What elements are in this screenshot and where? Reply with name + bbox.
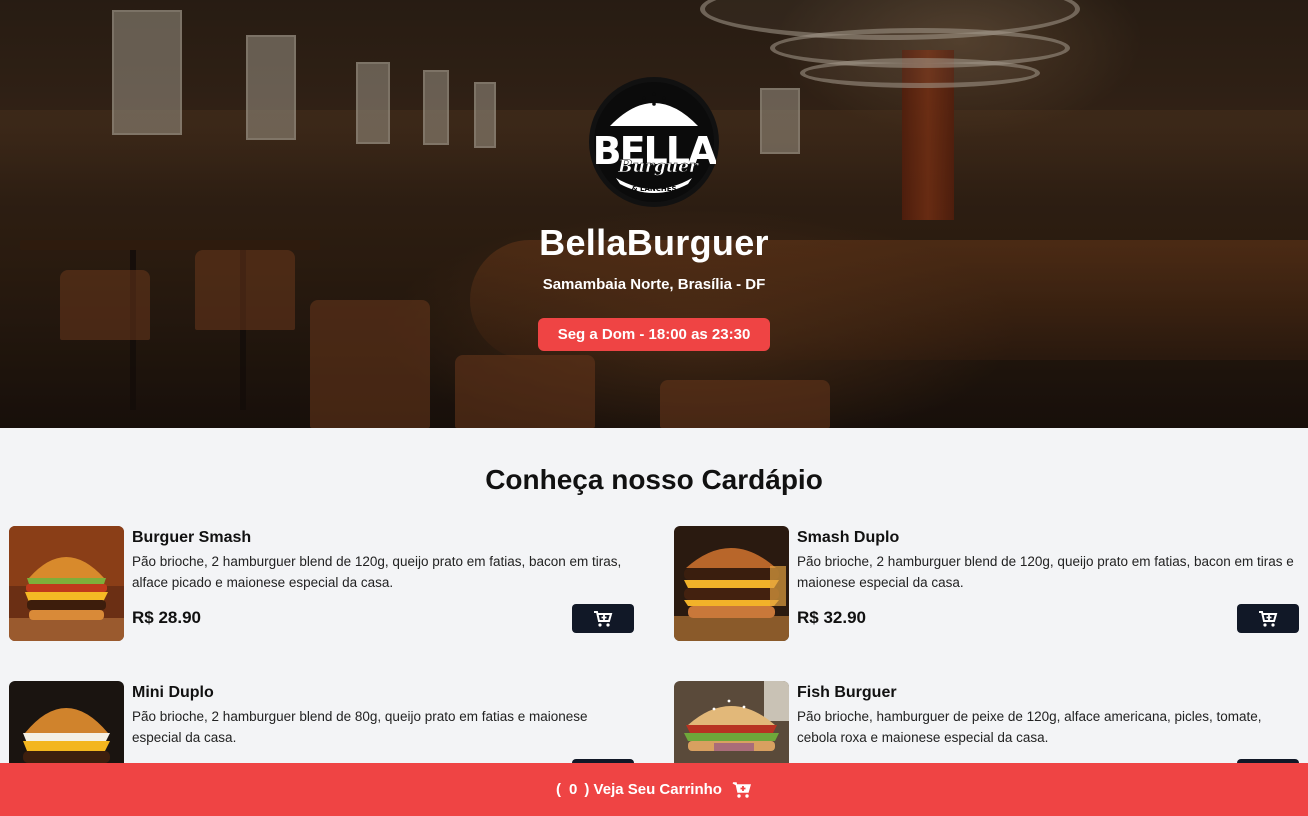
cart-label: ) Veja Seu Carrinho — [584, 781, 722, 798]
view-cart-button[interactable]: ( 0 ) Veja Seu Carrinho — [0, 763, 1308, 816]
menu-item-price: R$ 32.90 — [797, 608, 866, 627]
cart-count: 0 — [569, 781, 578, 798]
menu-item-name: Burguer Smash — [132, 529, 252, 546]
menu-item-name: Fish Burguer — [797, 684, 897, 701]
add-to-cart-button[interactable] — [572, 604, 634, 633]
logo-text-script: Burguer — [617, 157, 699, 177]
cart-plus-icon — [1259, 610, 1278, 627]
menu-item-description: Pão brioche, 2 hamburguer blend de 120g,… — [797, 554, 1294, 590]
menu-item-image — [9, 526, 124, 641]
cart-plus-icon — [594, 610, 613, 627]
menu-item-image — [674, 526, 789, 641]
cart-icon — [732, 781, 752, 799]
menu-title: Conheça nosso Cardápio — [485, 464, 823, 495]
menu-item-description: Pão brioche, 2 hamburguer blend de 120g,… — [132, 554, 622, 590]
cart-open-paren: ( — [556, 781, 562, 798]
hero-content: BELLA Burguer & LANCHES BellaBurguer Sam… — [0, 0, 1308, 428]
menu-item-name: Smash Duplo — [797, 529, 900, 546]
opening-hours-badge: Seg a Dom - 18:00 as 23:30 — [538, 318, 770, 351]
restaurant-address: Samambaia Norte, Brasília - DF — [542, 276, 766, 293]
restaurant-logo: BELLA Burguer & LANCHES — [589, 77, 719, 207]
menu-item-description: Pão brioche, 2 hamburguer blend de 80g, … — [132, 709, 588, 745]
add-to-cart-button[interactable] — [1237, 604, 1299, 633]
menu-item-name: Mini Duplo — [132, 684, 214, 701]
menu-item: Smash Duplo Pão brioche, 2 hamburguer bl… — [674, 526, 1299, 642]
restaurant-name: BellaBurguer — [539, 222, 769, 263]
menu-item: Burguer Smash Pão brioche, 2 hamburguer … — [9, 526, 634, 642]
logo-burger-icon: BELLA Burguer & LANCHES — [593, 82, 716, 202]
logo-text-sub: & LANCHES — [631, 185, 676, 193]
menu-item-description: Pão brioche, hamburguer de peixe de 120g… — [797, 709, 1262, 745]
menu-item-price: R$ 28.90 — [132, 608, 201, 627]
